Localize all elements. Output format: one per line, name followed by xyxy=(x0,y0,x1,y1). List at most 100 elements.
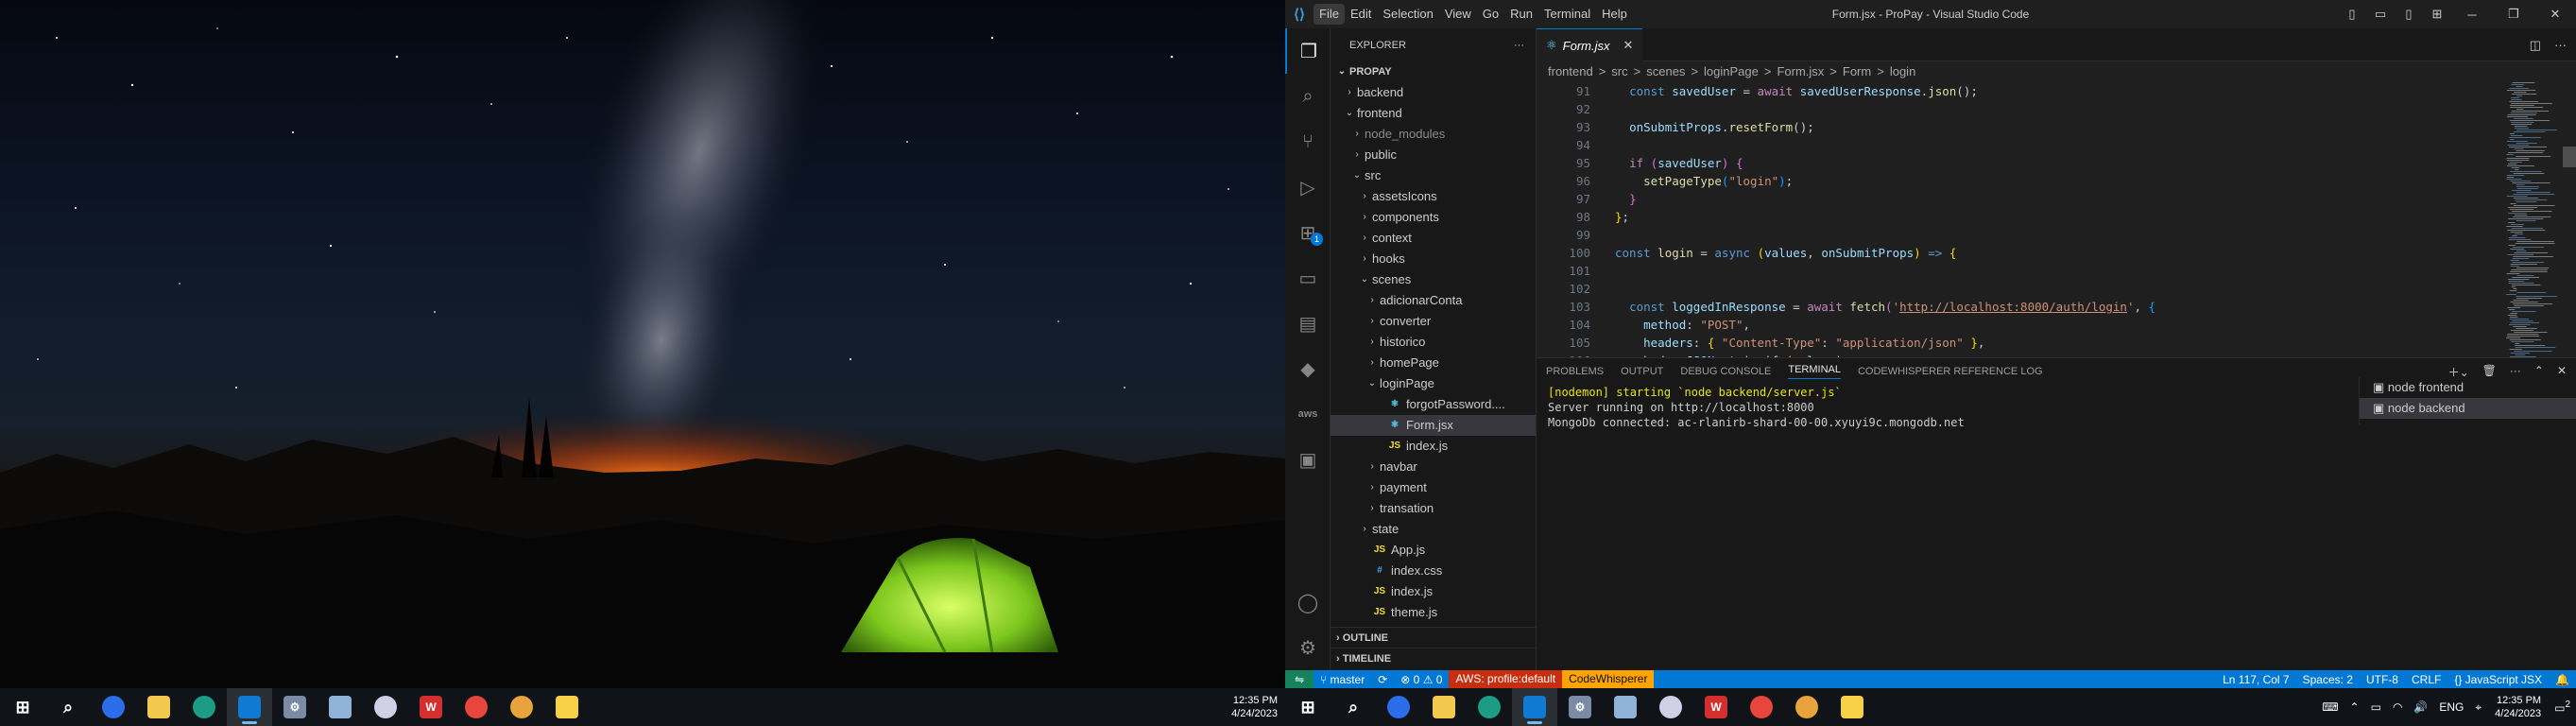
toggle-panel-icon[interactable]: ▭ xyxy=(2366,7,2395,22)
terraform-icon[interactable]: ◆ xyxy=(1285,346,1331,391)
code-line[interactable]: 100 const login = async (values, onSubmit… xyxy=(1537,244,2576,262)
menu-terminal[interactable]: Terminal xyxy=(1538,4,1596,25)
taskbar-settings-button[interactable]: ⚙ xyxy=(272,688,318,726)
tree-folder[interactable]: ⌄ frontend xyxy=(1331,103,1536,124)
taskbar-start-button[interactable]: ⊞ xyxy=(0,688,45,726)
code-line[interactable]: 97 } xyxy=(1537,190,2576,208)
breadcrumb-item[interactable]: loginPage xyxy=(1704,61,1759,82)
remote-indicator-icon[interactable]: ⇋ xyxy=(1285,670,1314,688)
outline-section[interactable]: › OUTLINE xyxy=(1331,627,1536,648)
taskbar-file-explorer-button[interactable] xyxy=(136,688,181,726)
menu-help[interactable]: Help xyxy=(1596,4,1633,25)
code-line[interactable]: 102 xyxy=(1537,280,2576,298)
panel-tab[interactable]: OUTPUT xyxy=(1621,366,1663,377)
cursor-position[interactable]: Ln 117, Col 7 xyxy=(2216,673,2296,686)
network-icon[interactable]: ◠ xyxy=(2387,700,2408,714)
remote-explorer-icon[interactable]: ▭ xyxy=(1285,255,1331,301)
terminal-item-backend[interactable]: ▣ node backend xyxy=(2360,398,2576,419)
panel-tab[interactable]: CODEWHISPERER REFERENCE LOG xyxy=(1858,366,2043,377)
tree-folder[interactable]: › homePage xyxy=(1331,353,1536,373)
code-line[interactable]: 99 xyxy=(1537,226,2576,244)
account-icon[interactable]: ◯ xyxy=(1285,579,1331,625)
code-line[interactable]: 94 xyxy=(1537,136,2576,154)
minimize-icon[interactable]: ─ xyxy=(2451,8,2493,22)
source-control-icon[interactable]: ⑂ xyxy=(1285,119,1331,164)
panel-tab[interactable]: PROBLEMS xyxy=(1546,366,1604,377)
breadcrumb-item[interactable]: frontend xyxy=(1548,61,1593,82)
tree-folder[interactable]: › transation xyxy=(1331,498,1536,519)
breadcrumb-item[interactable]: scenes xyxy=(1646,61,1685,82)
line-ending[interactable]: CRLF xyxy=(2405,673,2447,686)
tree-folder[interactable]: ⌄ PROPAY xyxy=(1331,61,1536,82)
terminal-icon[interactable]: ▣ xyxy=(1285,437,1331,482)
clock[interactable]: 12:35 PM 4/24/2023 xyxy=(2487,694,2549,720)
manage-gear-icon[interactable]: ⚙ xyxy=(1285,625,1331,670)
menu-go[interactable]: Go xyxy=(1477,4,1504,25)
keyboard-icon[interactable]: ⌨ xyxy=(2316,700,2344,714)
taskbar-search-button[interactable]: ⌕ xyxy=(1331,688,1376,726)
taskbar-obs-button[interactable] xyxy=(1648,688,1693,726)
encoding[interactable]: UTF-8 xyxy=(2360,673,2405,686)
code-line[interactable]: 91 const savedUser = await savedUserResp… xyxy=(1537,82,2576,100)
more-actions-icon[interactable]: ··· xyxy=(1514,40,1524,51)
taskbar-search-button[interactable]: ⌕ xyxy=(45,688,91,726)
code-line[interactable]: 101 xyxy=(1537,262,2576,280)
tree-folder[interactable]: › converter xyxy=(1331,311,1536,332)
menu-edit[interactable]: Edit xyxy=(1345,4,1377,25)
customize-layout-icon[interactable]: ⊞ xyxy=(2423,7,2451,22)
code-line[interactable]: 104 method: "POST", xyxy=(1537,316,2576,334)
taskbar-vscode-button[interactable] xyxy=(1512,688,1557,726)
branch-status[interactable]: ⑂ master xyxy=(1314,673,1371,686)
taskbar-chrome-button[interactable] xyxy=(454,688,499,726)
editor-scrollbar[interactable] xyxy=(2563,147,2576,167)
taskbar-firefox-button[interactable] xyxy=(91,688,136,726)
editor-more-icon[interactable]: ··· xyxy=(2554,38,2567,52)
language-mode[interactable]: {} JavaScript JSX xyxy=(2447,673,2549,686)
codewhisperer-status[interactable]: CodeWhisperer xyxy=(1562,670,1655,688)
code-line[interactable]: 95 if (savedUser) { xyxy=(1537,154,2576,172)
tree-folder[interactable]: ⌄ scenes xyxy=(1331,269,1536,290)
taskbar-edge-button[interactable] xyxy=(181,688,227,726)
taskbar-notepad-button[interactable] xyxy=(1603,688,1648,726)
problems-status[interactable]: ⊗ 0 ⚠ 0 xyxy=(1394,673,1449,686)
code-line[interactable]: 93 onSubmitProps.resetForm(); xyxy=(1537,118,2576,136)
toggle-secondary-sidebar-icon[interactable]: ▯ xyxy=(2395,7,2423,22)
tree-folder[interactable]: › adicionarConta xyxy=(1331,290,1536,311)
show-hidden-icons-icon[interactable]: ⌃ xyxy=(2344,700,2365,714)
tree-folder[interactable]: › navbar xyxy=(1331,457,1536,477)
tree-file[interactable]: JS index.js xyxy=(1331,436,1536,457)
timeline-section[interactable]: › TIMELINE xyxy=(1331,648,1536,668)
taskbar-settings-button[interactable]: ⚙ xyxy=(1557,688,1603,726)
taskbar-firefox-button[interactable] xyxy=(1376,688,1421,726)
tree-folder[interactable]: › hooks xyxy=(1331,249,1536,269)
tree-folder[interactable]: ⌄ loginPage xyxy=(1331,373,1536,394)
tab-close-icon[interactable]: ✕ xyxy=(1623,38,1634,53)
notification-center-icon[interactable]: ▭2 xyxy=(2549,700,2576,715)
split-editor-icon[interactable]: ◫ xyxy=(2530,38,2541,53)
tree-folder[interactable]: › public xyxy=(1331,145,1536,165)
taskbar-edge-button[interactable] xyxy=(1467,688,1512,726)
tree-file[interactable]: JS index.js xyxy=(1331,581,1536,602)
extensions-icon[interactable]: ⊞ 1 xyxy=(1285,210,1331,255)
clock[interactable]: 12:35 PM 4/24/2023 xyxy=(1224,694,1285,720)
taskbar-chrome-2-button[interactable] xyxy=(1784,688,1829,726)
taskbar-wps-button[interactable]: W xyxy=(408,688,454,726)
taskbar-vscode-button[interactable] xyxy=(227,688,272,726)
volume-icon[interactable]: 🔊 xyxy=(2408,700,2433,714)
code-line[interactable]: 96 setPageType("login"); xyxy=(1537,172,2576,190)
tree-file[interactable]: JS theme.js xyxy=(1331,602,1536,623)
close-icon[interactable]: ✕ xyxy=(2534,7,2576,22)
code-line[interactable]: 105 headers: { "Content-Type": "applicat… xyxy=(1537,334,2576,352)
battery-icon[interactable]: ▭ xyxy=(2365,700,2387,714)
search-icon[interactable]: ⌕ xyxy=(1285,74,1331,119)
sync-icon[interactable]: ⟳ xyxy=(1371,673,1394,686)
menu-run[interactable]: Run xyxy=(1504,4,1538,25)
tree-folder[interactable]: ⌄ src xyxy=(1331,165,1536,186)
code-line[interactable]: 103 const loggedInResponse = await fetch… xyxy=(1537,298,2576,316)
notifications-bell-icon[interactable]: 🔔 xyxy=(2549,673,2576,686)
tree-folder[interactable]: › components xyxy=(1331,207,1536,228)
language-indicator[interactable]: ENG xyxy=(2433,700,2469,714)
taskbar-chrome-button[interactable] xyxy=(1739,688,1784,726)
indentation[interactable]: Spaces: 2 xyxy=(2296,673,2360,686)
tree-folder[interactable]: › node_modules xyxy=(1331,124,1536,145)
